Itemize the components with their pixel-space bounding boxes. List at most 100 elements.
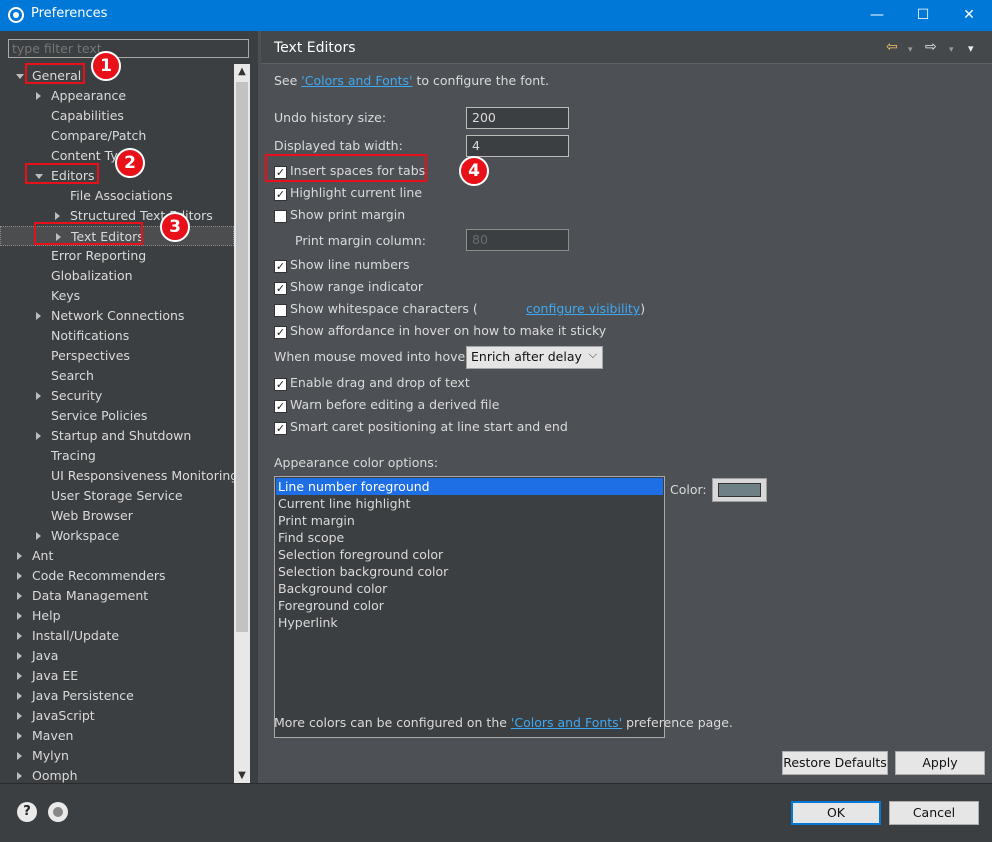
colors-and-fonts-link[interactable]: 'Colors and Fonts' [301, 73, 412, 88]
color-option-item[interactable]: Selection foreground color [276, 546, 663, 563]
collapsed-arrow-icon[interactable] [17, 712, 22, 720]
tree-item[interactable]: Globalization [0, 266, 234, 286]
scroll-down-arrow[interactable]: ▼ [234, 768, 250, 784]
checkbox-label[interactable]: Show line numbers [290, 255, 410, 275]
color-option-item[interactable]: Foreground color [276, 597, 663, 614]
checkbox[interactable]: ✓ [274, 326, 287, 339]
scroll-up-arrow[interactable]: ▲ [234, 64, 250, 80]
tree-item[interactable]: Error Reporting [0, 246, 234, 266]
collapsed-arrow-icon[interactable] [36, 312, 41, 320]
collapsed-arrow-icon[interactable] [17, 652, 22, 660]
print-margin-column-input[interactable]: 80 [466, 229, 569, 251]
color-option-item[interactable]: Hyperlink [276, 614, 663, 631]
collapsed-arrow-icon[interactable] [17, 732, 22, 740]
checkbox-label[interactable]: Warn before editing a derived file [290, 395, 499, 415]
tree-item[interactable]: JavaScript [0, 706, 234, 726]
configure-visibility-link[interactable]: configure visibility [526, 301, 640, 316]
collapsed-arrow-icon[interactable] [17, 612, 22, 620]
checkbox[interactable]: ✓ [274, 260, 287, 273]
tree-item[interactable]: User Storage Service [0, 486, 234, 506]
undo-history-input[interactable]: 200 [466, 107, 569, 129]
checkbox-label[interactable]: Show affordance in hover on how to make … [290, 321, 606, 341]
tree-scrollbar[interactable]: ▲ ▼ [234, 64, 250, 784]
checkbox[interactable]: ✓ [274, 422, 287, 435]
color-option-item[interactable]: Background color [276, 580, 663, 597]
tree-item[interactable]: Java [0, 646, 234, 666]
tree-item[interactable]: Service Policies [0, 406, 234, 426]
tree-item[interactable]: Perspectives [0, 346, 234, 366]
tree-item[interactable]: Network Connections [0, 306, 234, 326]
close-button[interactable]: ✕ [946, 0, 992, 31]
tree-item[interactable]: File Associations [0, 186, 234, 206]
collapsed-arrow-icon[interactable] [17, 632, 22, 640]
collapsed-arrow-icon[interactable] [17, 772, 22, 780]
minimize-button[interactable]: — [854, 0, 900, 31]
tree-item[interactable]: Keys [0, 286, 234, 306]
color-option-item[interactable]: Selection background color [276, 563, 663, 580]
tree-item[interactable]: Capabilities [0, 106, 234, 126]
tree-item[interactable]: Data Management [0, 586, 234, 606]
checkbox[interactable]: ✓ [274, 188, 287, 201]
tree-item[interactable]: Install/Update [0, 626, 234, 646]
collapsed-arrow-icon[interactable] [36, 532, 41, 540]
collapsed-arrow-icon[interactable] [36, 432, 41, 440]
maximize-button[interactable]: ☐ [900, 0, 946, 31]
tree-item[interactable]: Startup and Shutdown [0, 426, 234, 446]
tree-item[interactable]: Security [0, 386, 234, 406]
scrollbar-thumb[interactable] [236, 82, 248, 632]
apply-button[interactable]: Apply [895, 751, 985, 775]
tree-item[interactable]: Maven [0, 726, 234, 746]
tree-item[interactable]: Help [0, 606, 234, 626]
checkbox-label[interactable]: Show print margin [290, 205, 405, 225]
tree-item[interactable]: Oomph [0, 766, 234, 784]
checkbox-label[interactable]: Show whitespace characters ( [290, 299, 478, 319]
tree-item[interactable]: Tracing [0, 446, 234, 466]
checkbox-label[interactable]: Enable drag and drop of text [290, 373, 470, 393]
expanded-arrow-icon[interactable] [16, 74, 24, 79]
forward-menu-icon[interactable]: ▾ [949, 42, 954, 58]
tree-item[interactable]: Workspace [0, 526, 234, 546]
color-picker-button[interactable] [712, 478, 767, 502]
checkbox[interactable]: ✓ [274, 400, 287, 413]
collapsed-arrow-icon[interactable] [17, 692, 22, 700]
ok-button[interactable]: OK [791, 801, 881, 825]
checkbox[interactable] [274, 304, 287, 317]
color-option-item[interactable]: Line number foreground [276, 478, 663, 495]
hover-behavior-select[interactable]: Enrich after delay ⌵ [466, 346, 603, 369]
colors-and-fonts-link-2[interactable]: 'Colors and Fonts' [511, 715, 622, 730]
help-icon[interactable]: ? [17, 802, 37, 822]
collapsed-arrow-icon[interactable] [17, 572, 22, 580]
tree-item[interactable]: Search [0, 366, 234, 386]
tree-item[interactable]: UI Responsiveness Monitoring [0, 466, 234, 486]
collapsed-arrow-icon[interactable] [36, 392, 41, 400]
collapsed-arrow-icon[interactable] [17, 592, 22, 600]
back-menu-icon[interactable]: ▾ [908, 42, 913, 58]
collapsed-arrow-icon[interactable] [17, 752, 22, 760]
tree-item[interactable]: Compare/Patch [0, 126, 234, 146]
tree-item[interactable]: Appearance [0, 86, 234, 106]
tree-item[interactable]: Code Recommenders [0, 566, 234, 586]
tree-item[interactable]: Notifications [0, 326, 234, 346]
checkbox[interactable]: ✓ [274, 282, 287, 295]
checkbox-label[interactable]: Highlight current line [290, 183, 422, 203]
checkbox-label[interactable]: Smart caret positioning at line start an… [290, 417, 568, 437]
checkbox-label[interactable]: Show range indicator [290, 277, 423, 297]
color-option-item[interactable]: Find scope [276, 529, 663, 546]
appearance-color-list[interactable]: Line number foreground Current line highl… [274, 476, 665, 738]
tree-item[interactable]: Web Browser [0, 506, 234, 526]
color-option-item[interactable]: Print margin [276, 512, 663, 529]
collapsed-arrow-icon[interactable] [55, 212, 60, 220]
filter-input[interactable] [8, 39, 249, 58]
restore-defaults-button[interactable]: Restore Defaults [782, 751, 888, 775]
cancel-button[interactable]: Cancel [889, 801, 979, 825]
tree-item[interactable]: Ant [0, 546, 234, 566]
checkbox[interactable]: ✓ [274, 378, 287, 391]
tab-width-input[interactable]: 4 [466, 135, 569, 157]
tree-item[interactable]: Java Persistence [0, 686, 234, 706]
record-icon[interactable] [48, 802, 68, 822]
tree-item[interactable]: Java EE [0, 666, 234, 686]
collapsed-arrow-icon[interactable] [36, 92, 41, 100]
checkbox[interactable] [274, 210, 287, 223]
back-icon[interactable]: ⇦ [886, 39, 898, 55]
tree-item[interactable]: Mylyn [0, 746, 234, 766]
